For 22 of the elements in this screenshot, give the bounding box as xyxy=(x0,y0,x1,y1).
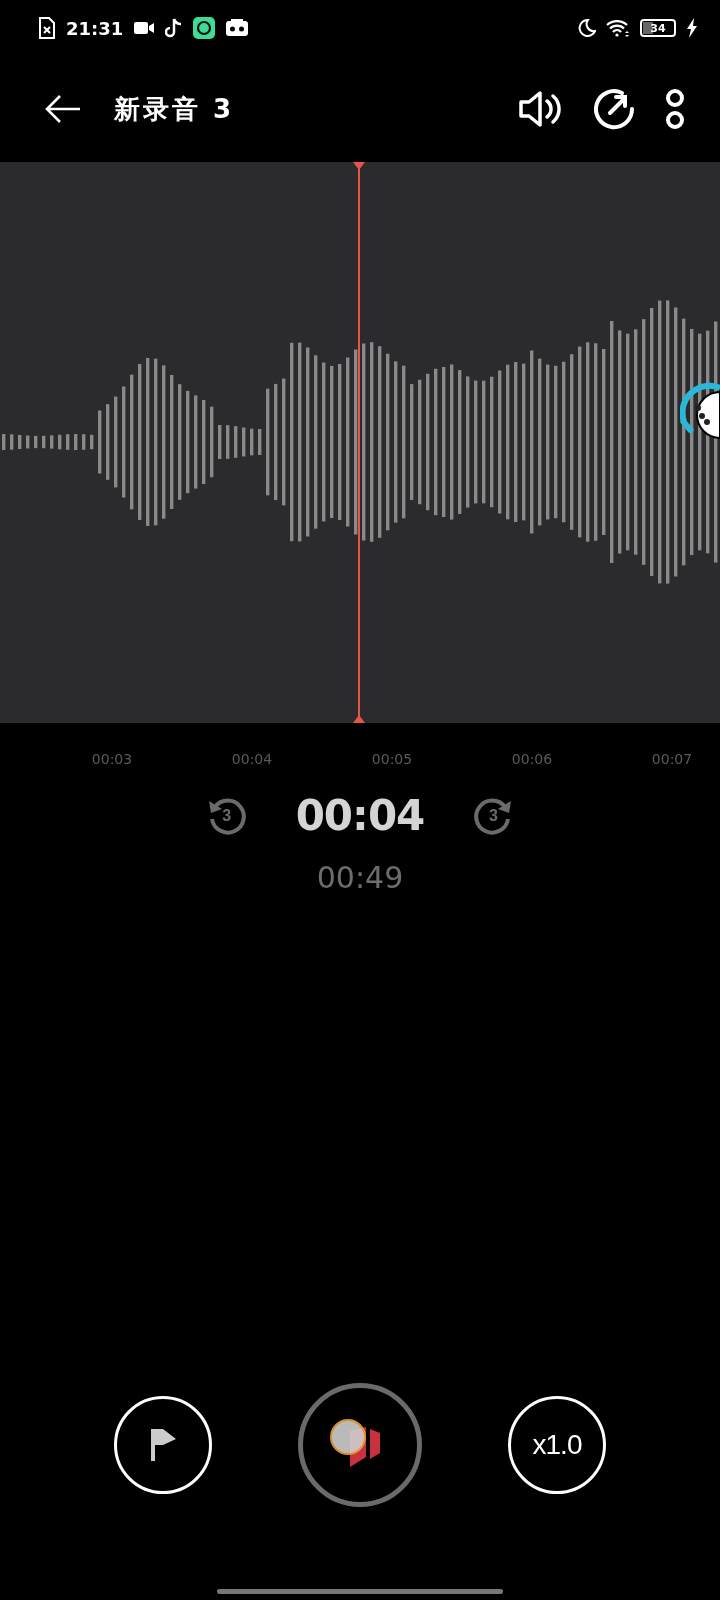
rewind-button[interactable]: 3 xyxy=(203,792,250,839)
video-camera-icon xyxy=(133,20,156,36)
time-tick-label: 00:07 xyxy=(650,751,694,767)
total-duration: 00:49 xyxy=(316,860,404,895)
playhead[interactable] xyxy=(352,162,366,723)
time-tick-label: 00:03 xyxy=(90,751,134,767)
charging-bolt-icon xyxy=(686,18,698,38)
battery-icon: 34 xyxy=(640,19,676,37)
time-tick-label: 00:05 xyxy=(370,751,414,767)
speed-button[interactable]: x1.0 xyxy=(508,1396,606,1494)
time-tick-label: 00:04 xyxy=(230,751,274,767)
cassette-icon xyxy=(225,19,250,37)
wifi-icon xyxy=(606,19,630,37)
moon-icon xyxy=(578,19,596,37)
fast-forward-button[interactable]: 3 xyxy=(470,792,517,839)
current-time: 00:04 xyxy=(295,791,425,840)
clock: 21:31 xyxy=(66,17,124,39)
flag-icon xyxy=(148,1427,178,1463)
music-note-icon xyxy=(165,18,184,38)
time-tick-label: 00:06 xyxy=(510,751,554,767)
file-icon xyxy=(38,17,56,39)
recording-title: 新录音 3 xyxy=(114,92,235,126)
